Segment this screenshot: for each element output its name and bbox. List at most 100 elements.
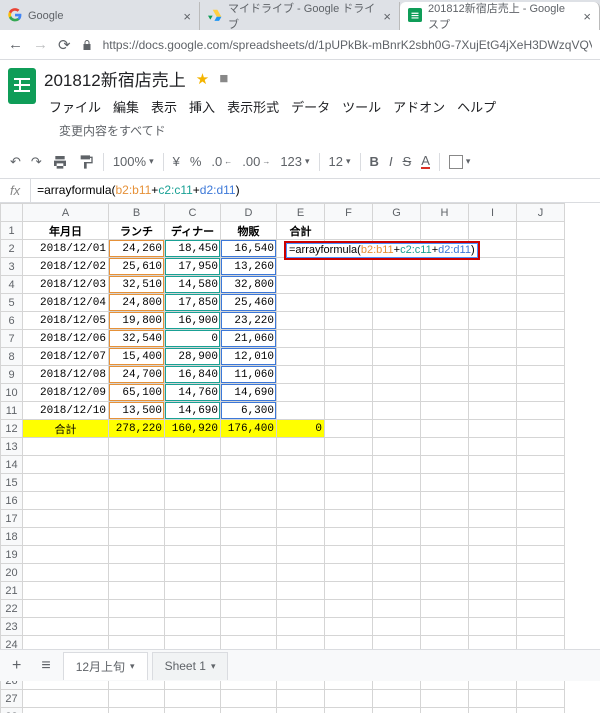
cell[interactable] bbox=[109, 492, 165, 510]
cell[interactable] bbox=[109, 708, 165, 713]
cell[interactable] bbox=[277, 384, 325, 402]
cell[interactable] bbox=[277, 276, 325, 294]
cell[interactable]: 2018/12/09 bbox=[23, 384, 109, 402]
cell[interactable] bbox=[23, 438, 109, 456]
cell[interactable] bbox=[165, 708, 221, 713]
cell[interactable]: 物販 bbox=[221, 222, 277, 240]
cell[interactable] bbox=[373, 330, 421, 348]
cell[interactable]: 2018/12/01 bbox=[23, 240, 109, 258]
cell[interactable] bbox=[373, 438, 421, 456]
cell[interactable] bbox=[277, 546, 325, 564]
cell[interactable]: 13,260 bbox=[221, 258, 277, 276]
cell[interactable] bbox=[221, 582, 277, 600]
cell[interactable] bbox=[23, 564, 109, 582]
cell[interactable]: 17,850 bbox=[165, 294, 221, 312]
cell[interactable] bbox=[421, 618, 469, 636]
row-header[interactable]: 10 bbox=[1, 384, 23, 402]
cell[interactable] bbox=[373, 384, 421, 402]
cell[interactable] bbox=[517, 384, 565, 402]
cell[interactable]: 17,950 bbox=[165, 258, 221, 276]
cell[interactable] bbox=[23, 546, 109, 564]
cell[interactable] bbox=[221, 618, 277, 636]
cell[interactable]: 24,260 bbox=[109, 240, 165, 258]
cell[interactable]: 25,610 bbox=[109, 258, 165, 276]
cell[interactable] bbox=[23, 618, 109, 636]
cell[interactable] bbox=[469, 294, 517, 312]
cell[interactable] bbox=[23, 582, 109, 600]
cell[interactable] bbox=[421, 546, 469, 564]
cell[interactable] bbox=[469, 456, 517, 474]
cell[interactable] bbox=[373, 456, 421, 474]
cell[interactable] bbox=[469, 708, 517, 713]
cell[interactable] bbox=[421, 312, 469, 330]
cell[interactable] bbox=[109, 438, 165, 456]
col-header[interactable]: J bbox=[517, 204, 565, 222]
cell[interactable] bbox=[373, 690, 421, 708]
col-header[interactable]: F bbox=[325, 204, 373, 222]
cell[interactable] bbox=[277, 474, 325, 492]
cell[interactable] bbox=[517, 456, 565, 474]
cell[interactable]: 2018/12/04 bbox=[23, 294, 109, 312]
cell[interactable] bbox=[469, 564, 517, 582]
sheets-logo-icon[interactable] bbox=[8, 68, 36, 104]
row-header[interactable]: 2 bbox=[1, 240, 23, 258]
decrease-decimal[interactable]: .0← bbox=[207, 154, 236, 169]
row-header[interactable]: 4 bbox=[1, 276, 23, 294]
cell[interactable]: 年月日 bbox=[23, 222, 109, 240]
cell[interactable] bbox=[373, 600, 421, 618]
cell[interactable] bbox=[325, 222, 373, 240]
cell[interactable] bbox=[23, 708, 109, 713]
cell[interactable] bbox=[109, 456, 165, 474]
cell[interactable] bbox=[517, 492, 565, 510]
browser-tab-active[interactable]: 201812新宿店売上 - Google スプ × bbox=[400, 2, 600, 30]
row-header[interactable]: 27 bbox=[1, 690, 23, 708]
cell[interactable] bbox=[517, 258, 565, 276]
cell[interactable] bbox=[325, 258, 373, 276]
cell[interactable] bbox=[23, 528, 109, 546]
cell[interactable]: 2018/12/03 bbox=[23, 276, 109, 294]
star-icon[interactable]: ★ bbox=[196, 70, 209, 88]
cell[interactable] bbox=[109, 474, 165, 492]
cell[interactable] bbox=[373, 510, 421, 528]
cell[interactable] bbox=[23, 492, 109, 510]
cell[interactable] bbox=[325, 528, 373, 546]
cell[interactable]: 19,800 bbox=[109, 312, 165, 330]
cell[interactable]: 28,900 bbox=[165, 348, 221, 366]
col-header[interactable]: H bbox=[421, 204, 469, 222]
cell[interactable] bbox=[325, 420, 373, 438]
document-title[interactable]: 201812新宿店売上 bbox=[44, 66, 186, 91]
cell[interactable] bbox=[277, 528, 325, 546]
cell[interactable] bbox=[277, 564, 325, 582]
cell[interactable] bbox=[517, 240, 565, 258]
more-formats[interactable]: 123▾ bbox=[276, 154, 313, 169]
format-percent[interactable]: % bbox=[186, 154, 206, 169]
cell[interactable] bbox=[165, 456, 221, 474]
cell[interactable] bbox=[373, 258, 421, 276]
menu-tools[interactable]: ツール bbox=[337, 95, 386, 118]
all-sheets-icon[interactable]: ≡ bbox=[33, 657, 58, 675]
col-header[interactable]: E bbox=[277, 204, 325, 222]
menu-help[interactable]: ヘルプ bbox=[452, 95, 501, 118]
cell[interactable] bbox=[469, 366, 517, 384]
row-header[interactable]: 7 bbox=[1, 330, 23, 348]
cell[interactable] bbox=[421, 384, 469, 402]
menu-file[interactable]: ファイル bbox=[44, 95, 106, 118]
browser-tab[interactable]: Google × bbox=[0, 2, 200, 30]
cell[interactable] bbox=[373, 492, 421, 510]
cell[interactable] bbox=[469, 402, 517, 420]
cell[interactable] bbox=[517, 546, 565, 564]
cell[interactable] bbox=[517, 690, 565, 708]
cell[interactable]: 11,060 bbox=[221, 366, 277, 384]
cell[interactable] bbox=[277, 330, 325, 348]
browser-tab[interactable]: マイドライブ - Google ドライブ × bbox=[200, 2, 400, 30]
menu-data[interactable]: データ bbox=[286, 95, 335, 118]
cell[interactable]: 0 bbox=[277, 420, 325, 438]
cell[interactable] bbox=[325, 438, 373, 456]
cell[interactable] bbox=[325, 546, 373, 564]
cell[interactable] bbox=[421, 366, 469, 384]
cell[interactable]: 2018/12/06 bbox=[23, 330, 109, 348]
cell[interactable] bbox=[325, 474, 373, 492]
cell[interactable] bbox=[469, 222, 517, 240]
cell[interactable] bbox=[421, 330, 469, 348]
cell[interactable] bbox=[277, 294, 325, 312]
